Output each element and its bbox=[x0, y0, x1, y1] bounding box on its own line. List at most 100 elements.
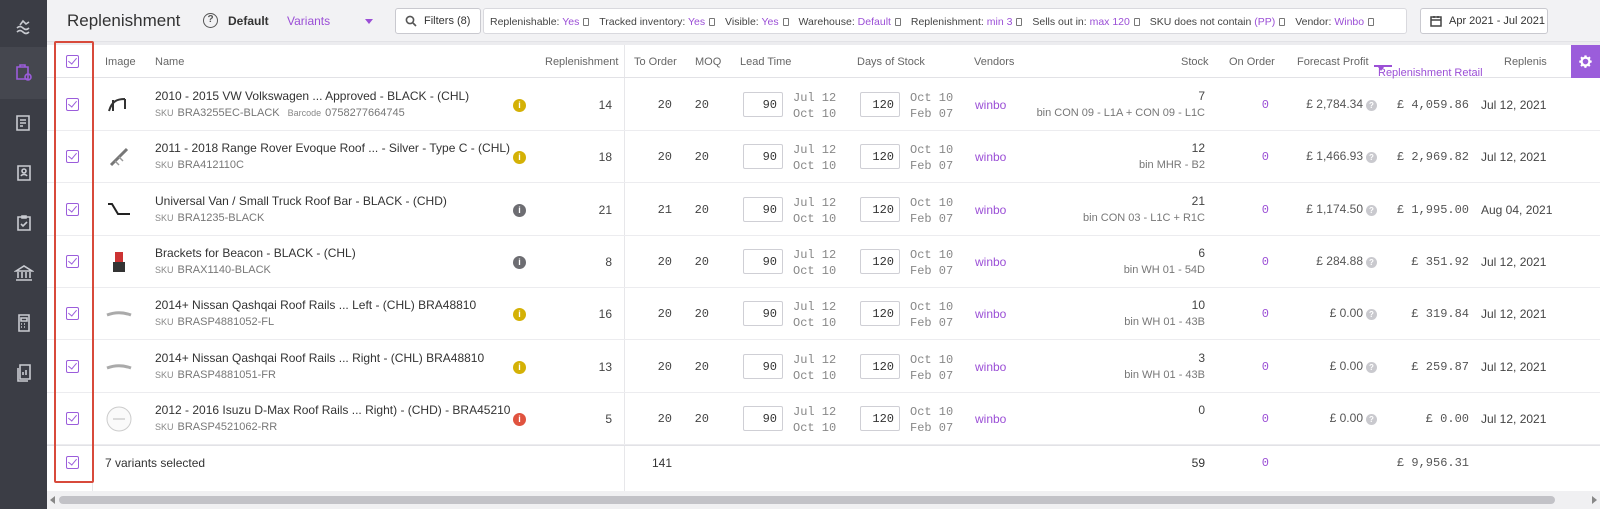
product-name[interactable]: 2011 - 2018 Range Rover Evoque Roof ... … bbox=[155, 141, 510, 155]
column-header-on-order[interactable]: On Order bbox=[1229, 56, 1275, 68]
date-range-button[interactable]: Apr 2021 - Jul 2021 bbox=[1420, 8, 1548, 34]
column-settings-button[interactable] bbox=[1571, 45, 1600, 78]
help-circle-icon[interactable]: ? bbox=[1366, 361, 1377, 373]
column-header-days-of-stock[interactable]: Days of Stock bbox=[857, 56, 925, 68]
info-icon[interactable]: i bbox=[513, 255, 526, 269]
trash-icon[interactable] bbox=[583, 18, 590, 26]
sidebar-item-reports[interactable] bbox=[0, 347, 47, 399]
on-order-value[interactable]: 0 bbox=[1237, 255, 1269, 269]
sidebar-item-calculator[interactable] bbox=[0, 297, 47, 349]
view-type-select[interactable]: Variants bbox=[287, 14, 373, 28]
row-checkbox[interactable] bbox=[66, 254, 79, 268]
trash-icon[interactable] bbox=[1133, 18, 1140, 26]
column-header-forecast-profit[interactable]: Forecast Profit bbox=[1297, 56, 1369, 68]
sidebar-item-tasks[interactable] bbox=[0, 197, 47, 249]
horizontal-scrollbar[interactable] bbox=[47, 491, 1600, 509]
filter-chip-replenishment[interactable]: Replenishment: min 3 bbox=[911, 16, 1023, 28]
trash-icon[interactable] bbox=[709, 18, 716, 26]
column-header-replenishment[interactable]: Replenishment bbox=[545, 56, 618, 68]
table-row[interactable]: Universal Van / Small Truck Roof Bar - B… bbox=[47, 184, 1600, 236]
product-thumbnail[interactable] bbox=[105, 300, 133, 328]
vendor-link[interactable]: winbo bbox=[975, 307, 1006, 321]
trash-icon[interactable] bbox=[1368, 18, 1375, 26]
lead-time-input[interactable]: 90 bbox=[743, 248, 783, 274]
filter-chip-warehouse[interactable]: Warehouse: Default bbox=[799, 16, 901, 28]
product-thumbnail[interactable] bbox=[105, 196, 133, 224]
days-of-stock-input[interactable]: 120 bbox=[860, 248, 900, 274]
days-of-stock-input[interactable]: 120 bbox=[860, 405, 900, 431]
trash-icon[interactable] bbox=[894, 18, 901, 26]
help-circle-icon[interactable]: ? bbox=[1366, 204, 1377, 216]
sidebar-item-orders[interactable] bbox=[0, 97, 47, 149]
scroll-right-icon[interactable] bbox=[1592, 496, 1597, 504]
info-icon[interactable]: i bbox=[513, 360, 526, 374]
sidebar-item-warehouse[interactable] bbox=[0, 247, 47, 299]
vendor-link[interactable]: winbo bbox=[975, 203, 1006, 217]
days-of-stock-input[interactable]: 120 bbox=[860, 196, 900, 222]
column-header-lead-time[interactable]: Lead Time bbox=[740, 56, 791, 68]
product-name[interactable]: Universal Van / Small Truck Roof Bar - B… bbox=[155, 194, 447, 208]
select-all-checkbox[interactable] bbox=[66, 55, 79, 68]
table-row[interactable]: 2011 - 2018 Range Rover Evoque Roof ... … bbox=[47, 131, 1600, 184]
product-thumbnail[interactable] bbox=[105, 248, 133, 276]
footer-select-checkbox[interactable] bbox=[66, 456, 79, 469]
product-name[interactable]: 2014+ Nissan Qashqai Roof Rails ... Left… bbox=[155, 298, 476, 312]
info-icon[interactable]: i bbox=[513, 203, 526, 217]
product-name[interactable]: Brackets for Beacon - BLACK - (CHL) bbox=[155, 246, 356, 260]
trash-icon[interactable] bbox=[1279, 18, 1286, 26]
row-checkbox[interactable] bbox=[66, 202, 79, 216]
scroll-left-icon[interactable] bbox=[50, 496, 55, 504]
product-thumbnail[interactable] bbox=[105, 405, 133, 433]
filter-chip-vendor[interactable]: Vendor: Winbo bbox=[1295, 16, 1375, 28]
on-order-value[interactable]: 0 bbox=[1237, 412, 1269, 426]
row-checkbox[interactable] bbox=[66, 98, 79, 111]
sidebar-item-replenishment[interactable] bbox=[0, 47, 47, 99]
product-name[interactable]: 2012 - 2016 Isuzu D-Max Roof Rails ... R… bbox=[155, 403, 510, 417]
help-circle-icon[interactable]: ? bbox=[1366, 256, 1377, 268]
help-circle-icon[interactable]: ? bbox=[1366, 152, 1377, 164]
column-header-replenish-date[interactable]: Replenis bbox=[1504, 56, 1547, 68]
lead-time-input[interactable]: 90 bbox=[743, 144, 783, 170]
product-name[interactable]: 2010 - 2015 VW Volkswagen ... Approved -… bbox=[155, 89, 469, 103]
row-checkbox[interactable] bbox=[66, 359, 79, 373]
scrollbar-thumb[interactable] bbox=[59, 496, 1555, 504]
vendor-link[interactable]: winbo bbox=[975, 150, 1006, 164]
vendor-link[interactable]: winbo bbox=[975, 255, 1006, 269]
view-default-label[interactable]: Default bbox=[228, 14, 269, 28]
info-icon[interactable]: i bbox=[513, 308, 526, 322]
lead-time-input[interactable]: 90 bbox=[743, 196, 783, 222]
product-thumbnail[interactable] bbox=[105, 91, 133, 119]
filters-button[interactable]: Filters (8) bbox=[395, 8, 481, 34]
product-thumbnail[interactable] bbox=[105, 143, 133, 171]
vendor-link[interactable]: winbo bbox=[975, 360, 1006, 374]
info-icon[interactable]: i bbox=[513, 151, 526, 165]
vendor-link[interactable]: winbo bbox=[975, 412, 1006, 426]
on-order-value[interactable]: 0 bbox=[1237, 203, 1269, 217]
column-header-moq[interactable]: MOQ bbox=[695, 56, 721, 68]
column-header-vendors[interactable]: Vendors bbox=[974, 56, 1014, 68]
trash-icon[interactable] bbox=[1016, 18, 1023, 26]
days-of-stock-input[interactable]: 120 bbox=[860, 92, 900, 117]
help-circle-icon[interactable]: ? bbox=[1366, 100, 1377, 111]
filter-chip-visible[interactable]: Visible: Yes bbox=[725, 16, 789, 28]
table-row[interactable]: Brackets for Beacon - BLACK - (CHL) SKU B… bbox=[47, 236, 1600, 288]
help-circle-icon[interactable]: ? bbox=[1366, 413, 1377, 425]
product-name[interactable]: 2014+ Nissan Qashqai Roof Rails ... Righ… bbox=[155, 351, 484, 365]
filter-chip-tracked-inventory[interactable]: Tracked inventory: Yes bbox=[599, 16, 716, 28]
row-checkbox[interactable] bbox=[66, 150, 79, 164]
column-header-stock[interactable]: Stock bbox=[1181, 56, 1209, 68]
filter-chip-replenishable[interactable]: Replenishable: Yes bbox=[490, 16, 590, 28]
sidebar-item-contacts[interactable] bbox=[0, 147, 47, 199]
vendor-link[interactable]: winbo bbox=[975, 98, 1006, 112]
sidebar-item-logo[interactable] bbox=[0, 0, 47, 52]
row-checkbox[interactable] bbox=[66, 307, 79, 321]
lead-time-input[interactable]: 90 bbox=[743, 301, 783, 327]
on-order-value[interactable]: 0 bbox=[1237, 150, 1269, 164]
table-row[interactable]: 2014+ Nissan Qashqai Roof Rails ... Left… bbox=[47, 288, 1600, 341]
lead-time-input[interactable]: 90 bbox=[743, 405, 783, 431]
table-row[interactable]: 2010 - 2015 VW Volkswagen ... Approved -… bbox=[47, 79, 1600, 131]
table-row[interactable]: 2012 - 2016 Isuzu D-Max Roof Rails ... R… bbox=[47, 393, 1600, 445]
filter-chip-sku[interactable]: SKU does not contain (PP) bbox=[1150, 16, 1286, 28]
table-row[interactable]: 2014+ Nissan Qashqai Roof Rails ... Righ… bbox=[47, 341, 1600, 393]
days-of-stock-input[interactable]: 120 bbox=[860, 301, 900, 327]
